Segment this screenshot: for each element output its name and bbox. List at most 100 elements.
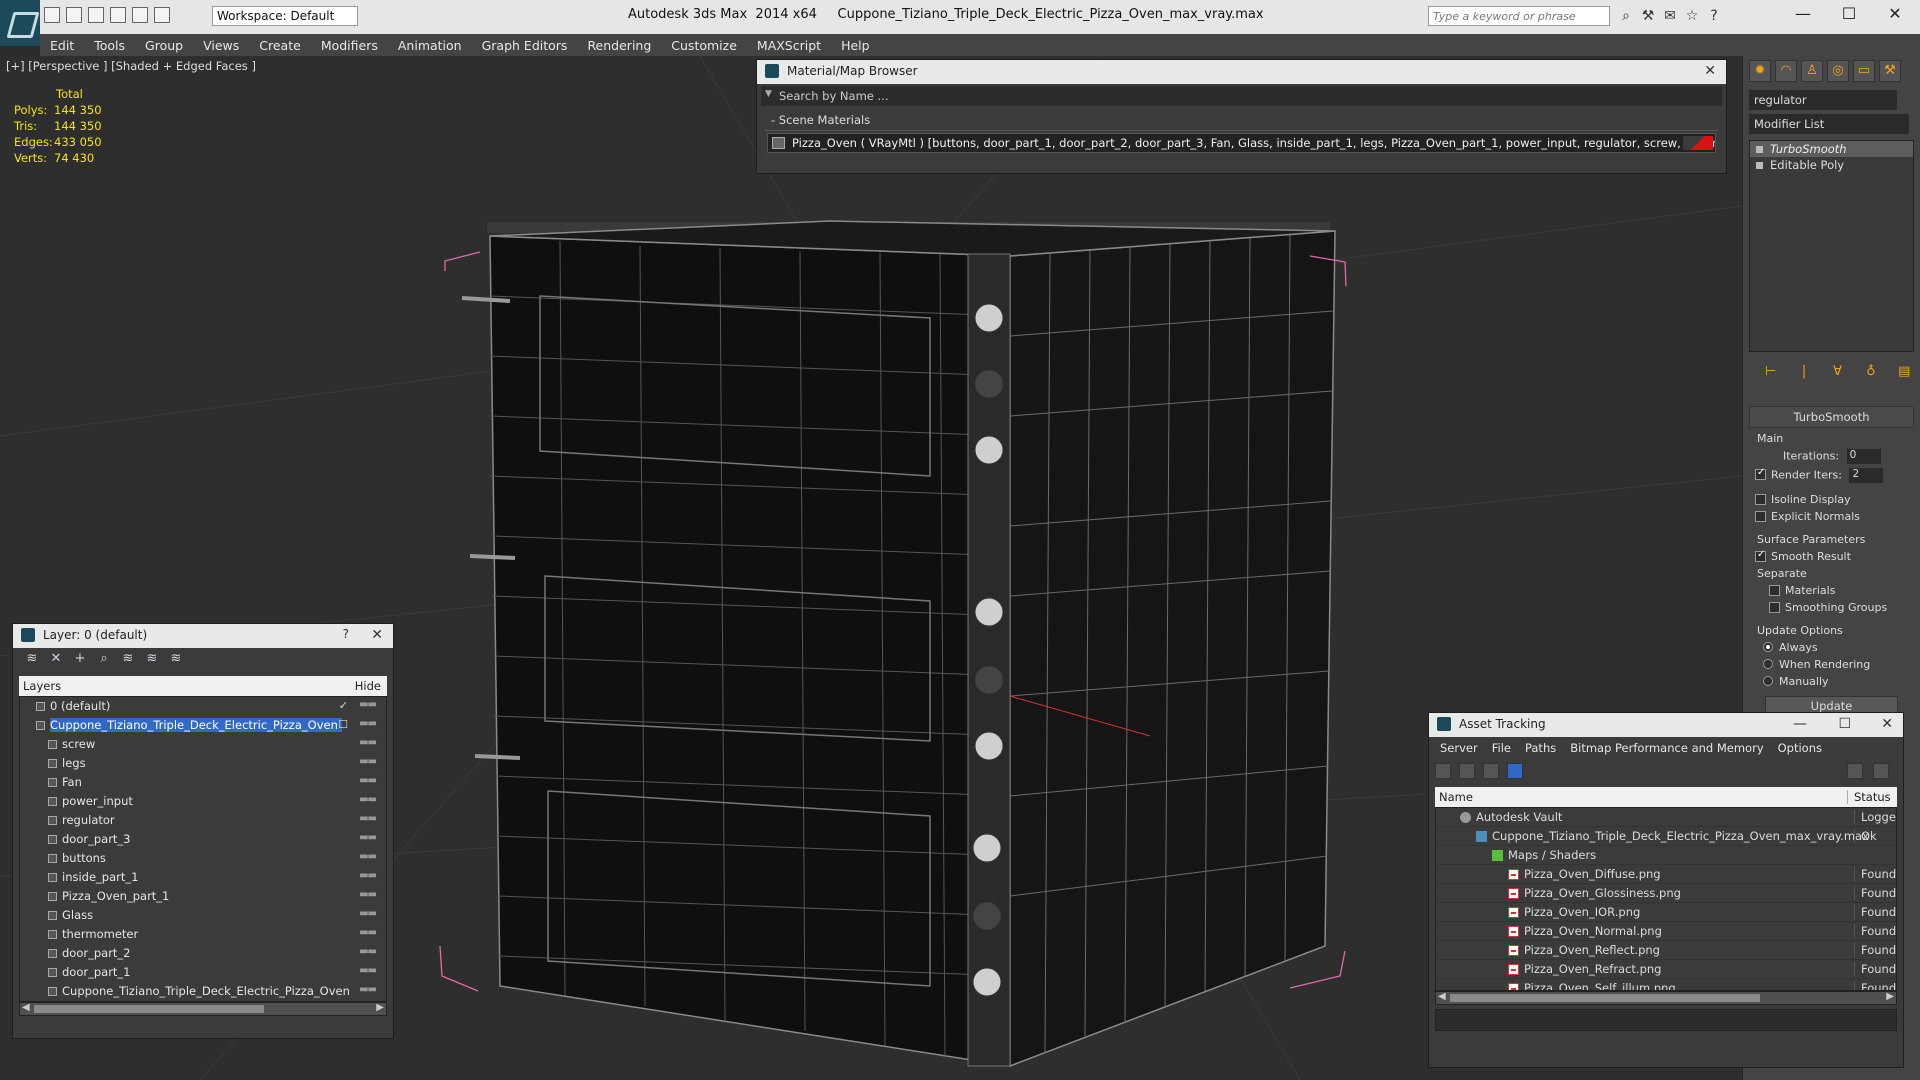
hide-toggle-icon[interactable]: ▬▬ <box>359 832 377 843</box>
menu-graph-editors[interactable]: Graph Editors <box>472 38 578 53</box>
motion-tab-icon[interactable]: ◎ <box>1827 60 1849 82</box>
hide-toggle-icon[interactable]: ▬▬ <box>359 813 377 824</box>
utilities-tab-icon[interactable]: ⚒ <box>1879 60 1901 82</box>
hide-toggle-icon[interactable]: ▬▬ <box>359 718 377 729</box>
material-item[interactable]: Pizza_Oven ( VRayMtl ) [buttons, door_pa… <box>767 133 1716 153</box>
render-iters-spinner[interactable]: 2 <box>1849 468 1884 483</box>
open-file-icon[interactable] <box>66 7 82 23</box>
minimize-button[interactable]: — <box>1780 4 1826 23</box>
hierarchy-tab-icon[interactable]: ♙ <box>1801 60 1823 82</box>
layer-row[interactable]: Glass ▬▬ <box>20 906 386 925</box>
layer-row[interactable]: Cuppone_Tiziano_Triple_Deck_Electric_Piz… <box>20 982 386 1001</box>
explicit-normals-checkbox[interactable] <box>1755 511 1766 522</box>
hide-toggle-icon[interactable]: ▬▬ <box>359 870 377 881</box>
menu-create[interactable]: Create <box>249 38 311 53</box>
new-file-icon[interactable] <box>44 7 60 23</box>
close-window-button[interactable]: ✕ <box>1872 4 1918 23</box>
current-layer-check-icon[interactable]: ✓ <box>339 699 348 712</box>
asset-row[interactable]: Pizza_Oven_Reflect.png Found <box>1436 941 1896 960</box>
layer-row[interactable]: Fan ▬▬ <box>20 773 386 792</box>
remove-modifier-icon[interactable]: ♁ <box>1861 362 1881 384</box>
asset-row[interactable]: Pizza_Oven_IOR.png Found <box>1436 903 1896 922</box>
smooth-result-checkbox[interactable] <box>1755 549 1766 562</box>
refresh-icon[interactable] <box>1435 763 1451 779</box>
table-view-icon[interactable] <box>1507 763 1523 779</box>
layer-row[interactable]: Pizza_Oven_part_1 ▬▬ <box>20 887 386 906</box>
scroll-right-icon[interactable]: ▶ <box>1886 991 1894 1002</box>
menu-bitmap-performance[interactable]: Bitmap Performance and Memory <box>1563 741 1770 755</box>
pizza-oven-wireframe[interactable] <box>461 220 1336 1068</box>
layer-row[interactable]: 0 (default) ▬▬ ✓ <box>20 697 386 716</box>
layer-row[interactable]: legs ▬▬ <box>20 754 386 773</box>
asset-tracking-title-bar[interactable]: Asset Tracking — ☐ ✕ <box>1429 713 1903 737</box>
menu-customize[interactable]: Customize <box>661 38 747 53</box>
add-to-layer-icon[interactable]: + <box>73 652 87 666</box>
workspace-dropdown[interactable]: Workspace: Default <box>212 6 358 26</box>
menu-help[interactable]: Help <box>831 38 880 53</box>
when-rendering-radio[interactable] <box>1763 659 1773 669</box>
manually-radio[interactable] <box>1763 676 1773 686</box>
always-radio[interactable] <box>1763 642 1773 652</box>
menu-rendering[interactable]: Rendering <box>577 38 661 53</box>
favorites-star-icon[interactable]: ☆ <box>1684 8 1700 24</box>
scene-materials-group[interactable]: - Scene Materials <box>765 110 1718 131</box>
asset-row[interactable]: Pizza_Oven_Diffuse.png Found <box>1436 865 1896 884</box>
object-name-field[interactable]: regulator <box>1749 90 1897 110</box>
scroll-left-icon[interactable]: ◀ <box>1438 991 1446 1002</box>
menu-edit[interactable]: Edit <box>40 38 84 53</box>
smoothing-groups-checkbox[interactable] <box>1769 602 1780 613</box>
close-icon[interactable]: ✕ <box>371 627 383 643</box>
help-icon[interactable]: ? <box>1706 8 1722 24</box>
menu-options[interactable]: Options <box>1771 741 1829 755</box>
turbosmooth-rollout[interactable]: TurboSmooth <box>1749 406 1914 428</box>
material-search-input[interactable]: Search by Name ... <box>761 86 1722 106</box>
layer-row[interactable]: screw ▬▬ <box>20 735 386 754</box>
asset-row[interactable]: Pizza_Oven_Refract.png Found <box>1436 960 1896 979</box>
scroll-left-icon[interactable]: ◀ <box>22 1002 30 1013</box>
menu-file[interactable]: File <box>1485 741 1518 755</box>
layer-row[interactable]: buttons ▬▬ <box>20 849 386 868</box>
project-folder-icon[interactable] <box>154 7 170 23</box>
maximize-button[interactable]: ☐ <box>1826 4 1872 23</box>
layer-horizontal-scrollbar[interactable]: ◀ ▶ <box>19 1002 387 1016</box>
close-icon[interactable]: ✕ <box>1881 716 1893 732</box>
hide-toggle-icon[interactable]: ▬▬ <box>359 699 377 710</box>
asset-row[interactable]: Pizza_Oven_Self_illum.png Found <box>1436 979 1896 990</box>
help-icon[interactable] <box>1847 763 1863 779</box>
modifier-stack-item[interactable]: Editable Poly <box>1750 157 1913 173</box>
hide-toggle-icon[interactable]: ▬▬ <box>359 851 377 862</box>
create-layer-icon[interactable]: ≋ <box>25 652 39 666</box>
menu-paths[interactable]: Paths <box>1518 741 1563 755</box>
scroll-thumb[interactable] <box>34 1005 264 1013</box>
hide-toggle-icon[interactable]: ▬▬ <box>359 775 377 786</box>
redo-icon[interactable] <box>132 7 148 23</box>
viewport-label[interactable]: [+] [Perspective ] [Shaded + Edged Faces… <box>6 59 256 73</box>
pin-stack-icon[interactable]: ⊢ <box>1761 362 1781 384</box>
asset-row[interactable]: Pizza_Oven_Glossiness.png Found <box>1436 884 1896 903</box>
menu-animation[interactable]: Animation <box>388 38 472 53</box>
menu-modifiers[interactable]: Modifiers <box>311 38 388 53</box>
show-end-result-icon[interactable]: | <box>1794 362 1814 384</box>
menu-group[interactable]: Group <box>135 38 193 53</box>
delete-layer-icon[interactable]: ✕ <box>49 652 63 666</box>
scroll-right-icon[interactable]: ▶ <box>376 1002 384 1013</box>
detail-view-icon[interactable] <box>1483 763 1499 779</box>
layer-row[interactable]: door_part_2 ▬▬ <box>20 944 386 963</box>
layer-row[interactable]: Cuppone_Tiziano_Triple_Deck_Electric_Piz… <box>20 716 386 735</box>
status-column-header[interactable]: Status <box>1847 790 1891 804</box>
hide-all-layers-icon[interactable]: ≋ <box>169 652 183 666</box>
display-tab-icon[interactable]: ▭ <box>1853 60 1875 82</box>
modify-tab-icon[interactable]: ◠ <box>1775 60 1797 82</box>
asset-row[interactable]: Pizza_Oven_Normal.png Found <box>1436 922 1896 941</box>
select-objects-icon[interactable]: ⌕ <box>97 652 111 666</box>
hide-toggle-icon[interactable]: ▬▬ <box>359 965 377 976</box>
iterations-spinner[interactable]: 0 <box>1846 449 1881 464</box>
hide-column-header[interactable]: Hide <box>355 679 381 693</box>
menu-views[interactable]: Views <box>193 38 249 53</box>
communication-icon[interactable]: ✉ <box>1662 8 1678 24</box>
material-browser-title-bar[interactable]: Material/Map Browser ✕ <box>757 60 1726 84</box>
layer-row[interactable]: door_part_1 ▬▬ <box>20 963 386 982</box>
list-view-icon[interactable] <box>1459 763 1475 779</box>
modifier-stack-item[interactable]: TurboSmooth <box>1750 141 1913 157</box>
minimize-icon[interactable]: — <box>1793 716 1807 732</box>
